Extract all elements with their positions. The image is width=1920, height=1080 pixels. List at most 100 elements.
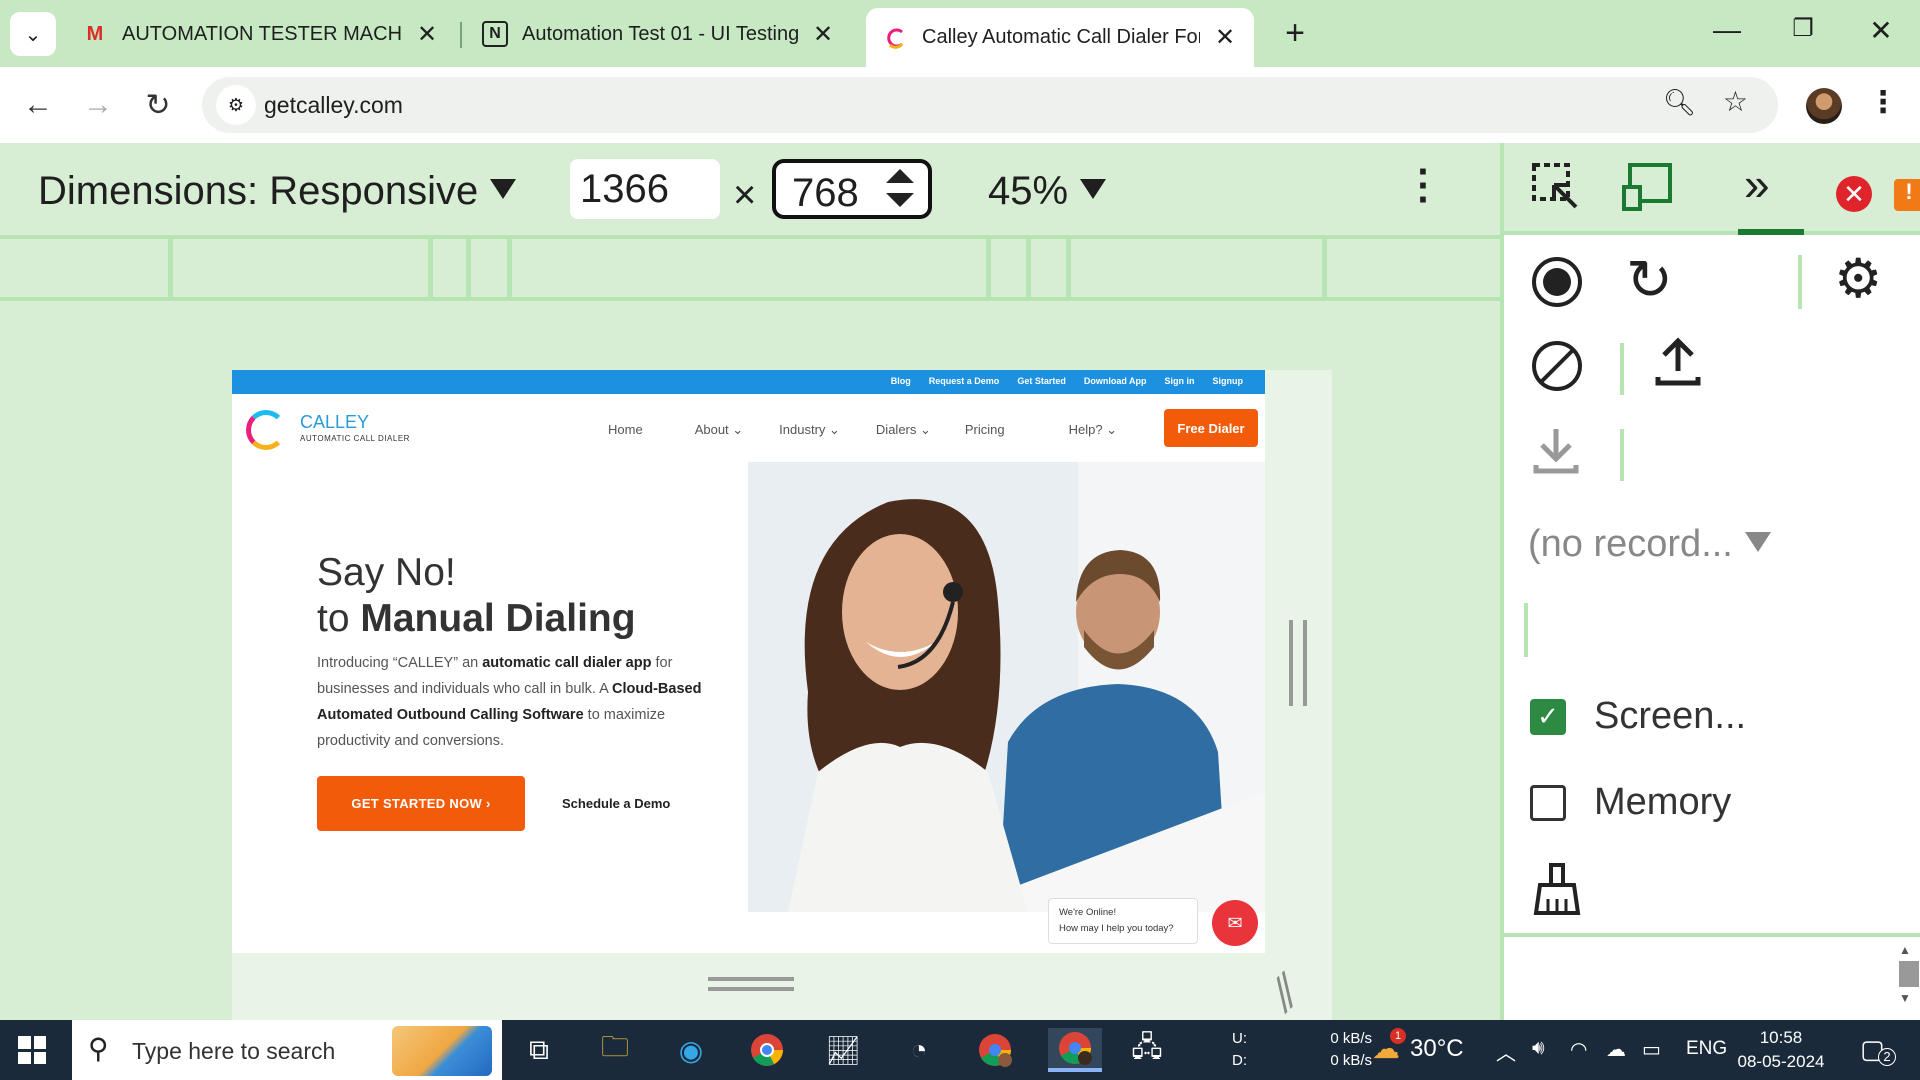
- nav-home[interactable]: Home: [608, 422, 643, 438]
- topbar-link-sign-in[interactable]: Sign in: [1165, 376, 1195, 386]
- show-hidden-icons-icon[interactable]: ︿: [1496, 1037, 1516, 1066]
- screenshots-checkbox-row[interactable]: ✓ Screen...: [1530, 695, 1746, 738]
- url-text[interactable]: getcalley.com: [264, 92, 403, 119]
- site-settings-icon[interactable]: ⚙: [216, 85, 256, 125]
- windows-start-icon[interactable]: [18, 1036, 46, 1064]
- tab-gmail[interactable]: M AUTOMATION TESTER MACHINE T ✕: [66, 8, 456, 60]
- download-icon[interactable]: [1532, 425, 1580, 485]
- times-sign: ×: [733, 173, 757, 217]
- nav-about[interactable]: About ⌄: [695, 422, 743, 438]
- memory-checkbox[interactable]: [1530, 784, 1566, 821]
- new-tab-button[interactable]: +: [1275, 14, 1315, 53]
- panel-divider: [1504, 933, 1920, 937]
- topbar-link-signup[interactable]: Signup: [1213, 376, 1244, 386]
- clock-app-icon[interactable]: ◔: [896, 1028, 942, 1072]
- caret-down-icon: [1744, 531, 1771, 552]
- close-icon[interactable]: ✕: [810, 20, 836, 49]
- recording-select[interactable]: (no record...: [1528, 523, 1771, 566]
- chrome-icon[interactable]: [744, 1028, 790, 1072]
- device-toggle-icon[interactable]: [1622, 161, 1678, 221]
- notifications-icon[interactable]: ▢ 2: [1860, 1034, 1896, 1066]
- clock[interactable]: 10:58 08-05-2024: [1735, 1026, 1827, 1074]
- hero-description: Introducing “CALLEY” an automatic call d…: [317, 655, 702, 749]
- browser-toolbar: ← → ↻ ⚙ getcalley.com 🔍︎ ☆ ⋮: [0, 67, 1920, 143]
- logo-name[interactable]: CALLEY: [300, 412, 369, 433]
- get-started-button[interactable]: GET STARTED NOW ›: [317, 776, 525, 831]
- topbar-link-blog[interactable]: Blog: [891, 376, 911, 386]
- close-icon[interactable]: ✕: [1212, 23, 1238, 52]
- height-input[interactable]: 768: [772, 159, 932, 219]
- taskbar-search-placeholder: Type here to search: [132, 1038, 336, 1064]
- browser-menu-icon[interactable]: ⋮: [1868, 85, 1898, 120]
- topbar-link-request-demo[interactable]: Request a Demo: [929, 376, 1000, 386]
- site-header: CALLEY AUTOMATIC CALL DIALER Home About …: [232, 394, 1265, 462]
- record-icon[interactable]: [1530, 255, 1584, 319]
- nav-industry[interactable]: Industry ⌄: [779, 422, 840, 438]
- free-dialer-button[interactable]: Free Dialer: [1164, 409, 1258, 447]
- viewport-resize-handle-bottom[interactable]: [708, 977, 794, 991]
- panel-scrollbar[interactable]: ▲ ▼: [1899, 943, 1920, 1013]
- forward-button[interactable]: →: [78, 85, 118, 125]
- calley-logo-icon[interactable]: [246, 410, 286, 450]
- garbage-collect-broom-icon[interactable]: [1532, 863, 1582, 927]
- more-options-icon[interactable]: · · ·: [1414, 152, 1434, 220]
- restore-button[interactable]: ❐: [1778, 14, 1828, 43]
- wifi-icon[interactable]: ◠: [1570, 1037, 1587, 1062]
- task-view-icon[interactable]: ⧉: [516, 1028, 562, 1072]
- hero-heading: Say No! to Manual Dialing: [317, 551, 636, 640]
- search-highlight-image: [392, 1026, 492, 1076]
- nav-pricing[interactable]: Pricing: [965, 422, 1005, 438]
- zoom-select[interactable]: 45%: [988, 169, 1107, 214]
- nav-dialers[interactable]: Dialers ⌄: [876, 422, 931, 438]
- tab-calley[interactable]: Calley Automatic Call Dialer For Ar ✕: [866, 8, 1254, 67]
- reload-record-icon[interactable]: ↻: [1626, 247, 1673, 313]
- clear-icon[interactable]: [1530, 339, 1584, 403]
- emulated-page: Blog Request a Demo Get Started Download…: [232, 370, 1265, 953]
- cloud-icon[interactable]: ☁: [1606, 1037, 1626, 1062]
- reload-button[interactable]: ↻: [138, 85, 178, 125]
- profile-avatar[interactable]: [1806, 88, 1842, 124]
- topbar-link-get-started[interactable]: Get Started: [1017, 376, 1066, 386]
- chrome-active-icon[interactable]: [1048, 1028, 1102, 1072]
- site-topbar: Blog Request a Demo Get Started Download…: [232, 370, 1265, 394]
- taskbar-search-box[interactable]: ⚲ Type here to search: [72, 1020, 502, 1080]
- viewport-resize-handle-right[interactable]: [1289, 620, 1307, 706]
- file-explorer-icon[interactable]: 🗀: [592, 1028, 638, 1072]
- tab-search-button[interactable]: ⌄: [10, 12, 56, 56]
- task-manager-icon[interactable]: 📈︎: [820, 1028, 866, 1072]
- minimize-button[interactable]: —: [1702, 14, 1752, 46]
- dimensions-select[interactable]: Dimensions: Responsive: [38, 169, 517, 214]
- width-input[interactable]: 1366: [570, 159, 720, 219]
- close-icon[interactable]: ✕: [414, 20, 440, 49]
- zoom-icon[interactable]: 🔍︎: [1663, 87, 1696, 118]
- height-stepper[interactable]: [886, 169, 914, 213]
- settings-gear-icon[interactable]: ⚙: [1834, 247, 1882, 310]
- chrome-profile-icon[interactable]: [972, 1028, 1018, 1072]
- weather-widget[interactable]: ☁ 1 30°C: [1372, 1028, 1464, 1065]
- logo-tagline: AUTOMATIC CALL DIALER: [300, 434, 410, 443]
- upload-icon[interactable]: [1654, 337, 1702, 397]
- language-indicator[interactable]: ENG: [1686, 1038, 1727, 1060]
- upload-label: U:: [1232, 1030, 1247, 1047]
- inspect-element-icon[interactable]: [1530, 161, 1580, 221]
- chat-icon[interactable]: ✉: [1212, 900, 1258, 946]
- warning-icon[interactable]: !: [1894, 179, 1920, 211]
- tab-notion[interactable]: N Automation Test 01 - UI Testing ✕: [466, 8, 852, 60]
- network-app-icon[interactable]: 🖧: [1124, 1028, 1170, 1072]
- schedule-demo-link[interactable]: Schedule a Demo: [562, 796, 670, 811]
- battery-icon[interactable]: ▭: [1642, 1037, 1661, 1062]
- more-tabs-icon[interactable]: »: [1744, 157, 1770, 211]
- memory-checkbox-row[interactable]: Memory: [1530, 781, 1731, 824]
- close-window-button[interactable]: ✕: [1856, 14, 1906, 47]
- edge-icon[interactable]: ◉: [668, 1028, 714, 1072]
- clock-date: 08-05-2024: [1737, 1052, 1825, 1071]
- topbar-link-download-app[interactable]: Download App: [1084, 376, 1147, 386]
- chat-bubble[interactable]: We're Online! How may I help you today?: [1048, 898, 1198, 944]
- error-icon[interactable]: ✕: [1836, 176, 1872, 212]
- address-bar[interactable]: ⚙ getcalley.com 🔍︎ ☆: [202, 77, 1778, 133]
- back-button[interactable]: ←: [18, 85, 58, 125]
- check-icon[interactable]: ✓: [1530, 698, 1566, 735]
- volume-icon[interactable]: 🔊︎: [1532, 1037, 1545, 1060]
- nav-help[interactable]: Help? ⌄: [1069, 422, 1117, 438]
- bookmark-star-icon[interactable]: ☆: [1723, 85, 1748, 118]
